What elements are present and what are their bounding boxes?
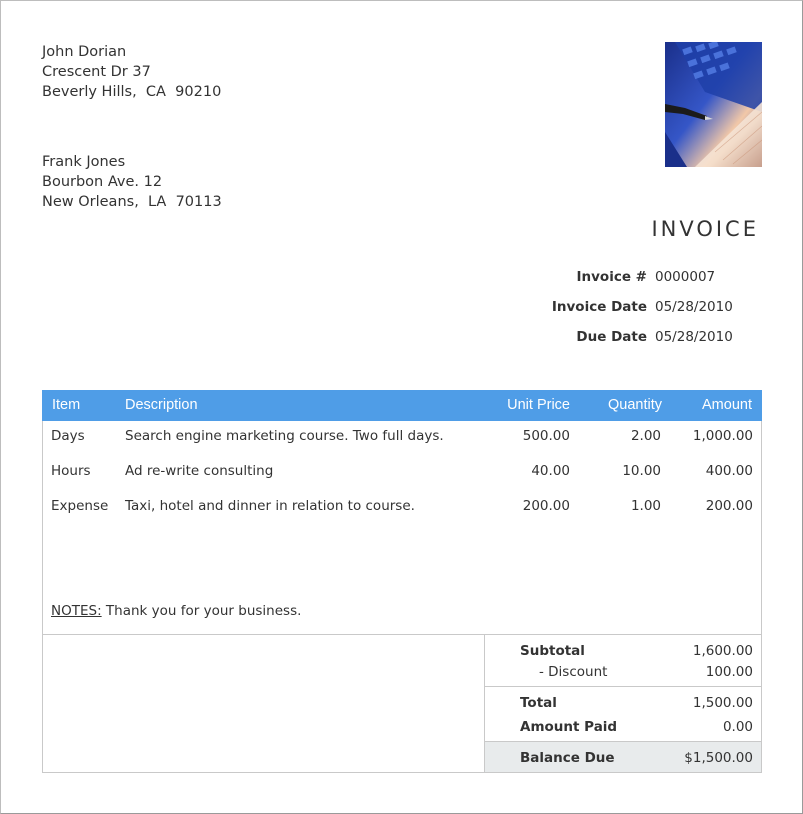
keyboard-pen-photo-icon [665,42,762,167]
invoice-page: John Dorian Crescent Dr 37 Beverly Hills… [0,0,803,814]
invoice-date-label: Invoice Date [551,299,647,315]
cell-description: Taxi, hotel and dinner in relation to co… [125,498,415,514]
header-quantity: Quantity [608,397,662,413]
balance-due-row: Balance Due $1,500.00 [485,748,761,768]
cell-quantity: 1.00 [630,498,661,514]
cell-amount: 200.00 [705,498,753,514]
due-date-label: Due Date [576,329,647,345]
recipient-address: Frank Jones Bourbon Ave. 12 New Orleans,… [42,152,222,212]
cell-quantity: 2.00 [630,428,661,444]
due-date-value: 05/28/2010 [655,329,733,345]
discount-value: 100.00 [705,664,753,680]
amount-paid-row: Amount Paid 0.00 [485,717,761,737]
cell-item: Hours [51,463,91,479]
table-row: Expense Taxi, hotel and dinner in relati… [43,496,761,516]
invoice-date-value: 05/28/2010 [655,299,733,315]
invoice-meta: Invoice # 0000007 Invoice Date 05/28/201… [516,267,756,357]
discount-row: - Discount 100.00 [485,662,761,682]
photo-graphic [665,42,762,167]
cell-description: Ad re-write consulting [125,463,274,479]
notes-text: Thank you for your business. [105,603,302,619]
amount-paid-label: Amount Paid [520,719,618,735]
sender-name: John Dorian [42,44,127,60]
cell-unit-price: 200.00 [522,498,570,514]
amount-paid-value: 0.00 [722,719,753,735]
header-description: Description [125,397,198,413]
sender-street: Crescent Dr 37 [42,64,151,80]
line-items-table: Item Description Unit Price Quantity Amo… [42,390,762,773]
total-row: Total 1,500.00 [485,693,761,713]
total-divider [484,686,761,687]
table-row: Hours Ad re-write consulting 40.00 10.00… [43,461,761,481]
cell-item: Days [51,428,85,444]
cell-quantity: 10.00 [622,463,661,479]
sender-city: Beverly Hills, CA 90210 [42,84,222,100]
invoice-number-label: Invoice # [576,269,647,285]
cell-unit-price: 40.00 [531,463,570,479]
notes: NOTES: Thank you for your business. [51,601,301,621]
due-date-row: Due Date 05/28/2010 [516,327,756,357]
header-amount: Amount [702,397,752,413]
notes-label: NOTES: [51,603,102,619]
balance-due-label: Balance Due [520,750,615,766]
cell-amount: 1,000.00 [692,428,753,444]
invoice-date-row: Invoice Date 05/28/2010 [516,297,756,327]
table-header: Item Description Unit Price Quantity Amo… [42,390,762,421]
cell-item: Expense [51,498,109,514]
balance-due-value: $1,500.00 [684,750,753,766]
subtotal-value: 1,600.00 [692,643,753,659]
total-value: 1,500.00 [692,695,753,711]
sender-address: John Dorian Crescent Dr 37 Beverly Hills… [42,42,221,102]
total-label: Total [520,695,557,711]
subtotal-label: Subtotal [520,643,585,659]
header-item: Item [52,397,81,413]
cell-description: Search engine marketing course. Two full… [125,428,444,444]
totals-divider [43,634,761,635]
discount-label: - Discount [539,664,608,680]
invoice-number-row: Invoice # 0000007 [516,267,756,297]
invoice-number-value: 0000007 [655,269,716,285]
subtotal-row: Subtotal 1,600.00 [485,641,761,661]
header-unit-price: Unit Price [507,397,570,413]
recipient-city: New Orleans, LA 70113 [42,194,222,210]
cell-unit-price: 500.00 [522,428,570,444]
table-row: Days Search engine marketing course. Two… [43,426,761,446]
recipient-street: Bourbon Ave. 12 [42,174,163,190]
invoice-title: INVOICE [651,217,759,241]
cell-amount: 400.00 [705,463,753,479]
recipient-name: Frank Jones [42,154,126,170]
